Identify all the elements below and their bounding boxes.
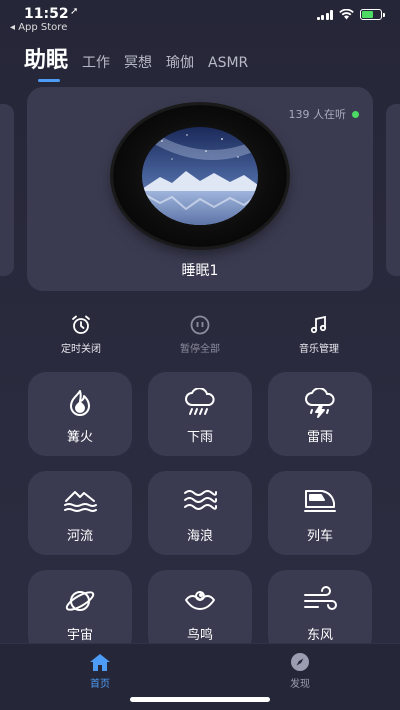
sound-tile-rain[interactable]: 下雨 <box>148 372 252 456</box>
tab-home-label: 首页 <box>90 679 110 690</box>
tab-home[interactable]: 首页 <box>60 652 140 690</box>
sound-tile-universe[interactable]: 宇宙 <box>28 570 132 654</box>
player-controls: 定时关闭 暂停全部 音乐管理 <box>0 314 400 355</box>
sound-tile-thunderstorm[interactable]: 雷雨 <box>268 372 372 456</box>
album-art <box>142 127 258 225</box>
sound-label: 下雨 <box>186 430 213 445</box>
sound-tile-campfire[interactable]: 篝火 <box>28 372 132 456</box>
back-to-app-store-link[interactable]: ◂ App Store <box>10 22 67 33</box>
pause-all-label: 暂停全部 <box>180 344 220 355</box>
tab-meditation[interactable]: 冥想 <box>124 52 152 72</box>
compass-icon <box>260 652 340 672</box>
music-manage-label: 音乐管理 <box>299 344 339 355</box>
sound-label: 河流 <box>66 529 93 544</box>
vinyl-disc[interactable] <box>113 105 287 247</box>
timer-off-button[interactable]: 定时关闭 <box>31 314 131 355</box>
sound-label: 东风 <box>306 628 333 643</box>
home-icon <box>60 652 140 672</box>
listener-count-label: 139 人在听 <box>288 108 347 121</box>
sound-label: 海浪 <box>186 529 213 544</box>
listener-count: 139 人在听 <box>288 106 359 122</box>
campfire-icon <box>28 388 132 418</box>
sound-tile-train[interactable]: 列车 <box>268 471 372 555</box>
sound-label: 鸟鸣 <box>186 628 213 643</box>
river-icon <box>28 487 132 515</box>
tab-asmr[interactable]: ASMR <box>208 55 248 71</box>
track-name: 睡眠1 <box>181 263 219 279</box>
tab-work[interactable]: 工作 <box>82 52 110 72</box>
thunderstorm-icon <box>268 388 372 418</box>
wifi-icon <box>339 9 354 20</box>
bird-icon <box>148 586 252 614</box>
sound-tile-waves[interactable]: 海浪 <box>148 471 252 555</box>
sound-label: 篝火 <box>66 430 93 445</box>
waves-icon <box>148 487 252 515</box>
music-manage-button[interactable]: 音乐管理 <box>269 314 369 355</box>
train-icon <box>268 487 372 515</box>
alarm-clock-icon <box>31 314 131 336</box>
planet-icon <box>28 586 132 616</box>
pause-all-button[interactable]: 暂停全部 <box>150 314 250 355</box>
pause-all-icon <box>150 314 250 336</box>
bottom-tab-bar: 首页 发现 <box>0 643 400 710</box>
timer-off-label: 定时关闭 <box>61 344 101 355</box>
tab-yoga[interactable]: 瑜伽 <box>166 52 194 72</box>
music-note-icon <box>269 314 369 336</box>
location-arrow-icon: ➚ <box>70 6 79 17</box>
wind-icon <box>268 586 372 614</box>
sound-label: 宇宙 <box>66 628 93 643</box>
status-icons <box>316 9 385 20</box>
home-indicator[interactable] <box>130 697 270 702</box>
player-card[interactable]: 139 人在听 睡眠1 <box>27 87 373 291</box>
cellular-signal-icon <box>316 9 333 20</box>
tab-discover[interactable]: 发现 <box>260 652 340 690</box>
battery-icon <box>360 9 385 20</box>
status-time: 11:52 <box>24 6 69 22</box>
sound-tile-birdsong[interactable]: 鸟鸣 <box>148 570 252 654</box>
sound-label: 列车 <box>306 529 333 544</box>
sound-tile-river[interactable]: 河流 <box>28 471 132 555</box>
tab-discover-label: 发现 <box>290 679 310 690</box>
sound-label: 雷雨 <box>306 430 333 445</box>
sound-tile-east-wind[interactable]: 东风 <box>268 570 372 654</box>
live-indicator-dot <box>352 110 359 118</box>
previous-card-peek[interactable] <box>0 104 14 276</box>
status-bar: 11:52 ➚ ◂ App Store <box>0 0 400 36</box>
tab-sleep[interactable]: 助眠 <box>24 42 68 82</box>
next-card-peek[interactable] <box>386 104 400 276</box>
rain-icon <box>148 388 252 418</box>
category-tabs: 助眠 工作 冥想 瑜伽 ASMR <box>24 42 248 82</box>
